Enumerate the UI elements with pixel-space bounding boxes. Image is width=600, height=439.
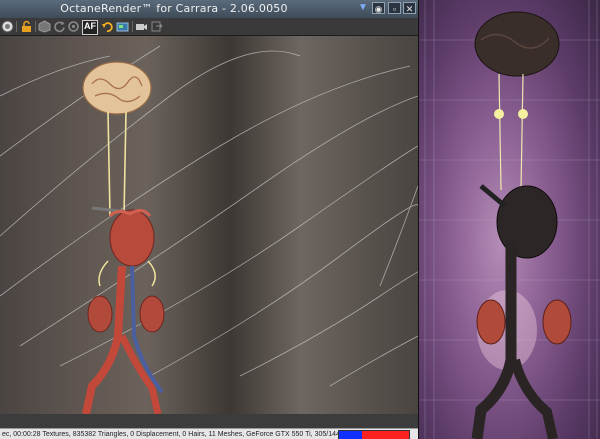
render-progress-bar xyxy=(338,430,410,439)
render-preview[interactable] xyxy=(0,36,418,414)
status-bar: ec, 00:00:28 Textures, 835382 Triangles,… xyxy=(0,428,418,439)
toolbar-separator xyxy=(132,21,133,32)
lock-icon[interactable] xyxy=(20,20,33,33)
viewport-anatomy-model xyxy=(471,11,572,439)
export-icon[interactable] xyxy=(150,20,163,33)
af-button[interactable]: AF xyxy=(82,20,98,35)
carrara-3d-viewport[interactable] xyxy=(419,0,600,439)
render-statistics: ec, 00:00:28 Textures, 835382 Triangles,… xyxy=(2,431,370,438)
viewport-scene xyxy=(419,0,600,439)
window-title: OctaneRender™ for Carrara - 2.06.0050 xyxy=(60,2,288,15)
refresh-icon[interactable] xyxy=(53,20,66,33)
render-start-icon[interactable] xyxy=(1,20,14,33)
settings-icon[interactable] xyxy=(67,20,80,33)
toolbar-separator xyxy=(35,21,36,32)
close-button[interactable]: ✕ xyxy=(403,2,416,14)
octane-render-window: OctaneRender™ for Carrara - 2.06.0050 ▼ … xyxy=(0,0,418,439)
image-icon[interactable] xyxy=(116,20,129,33)
window-titlebar[interactable]: OctaneRender™ for Carrara - 2.06.0050 ▼ … xyxy=(0,0,418,19)
anatomy-model xyxy=(82,61,165,414)
camera-icon[interactable] xyxy=(135,20,148,33)
restore-button[interactable]: ▫ xyxy=(388,2,401,14)
toolbar-separator xyxy=(16,21,17,32)
cube-icon[interactable] xyxy=(38,20,51,33)
render-progress-fill xyxy=(339,431,363,439)
render-image xyxy=(0,45,418,414)
eye-icon[interactable]: ◉ xyxy=(372,2,385,14)
pin-icon[interactable]: ▼ xyxy=(358,2,368,14)
undo-icon[interactable] xyxy=(101,20,114,33)
render-toolbar: AF xyxy=(0,18,418,36)
